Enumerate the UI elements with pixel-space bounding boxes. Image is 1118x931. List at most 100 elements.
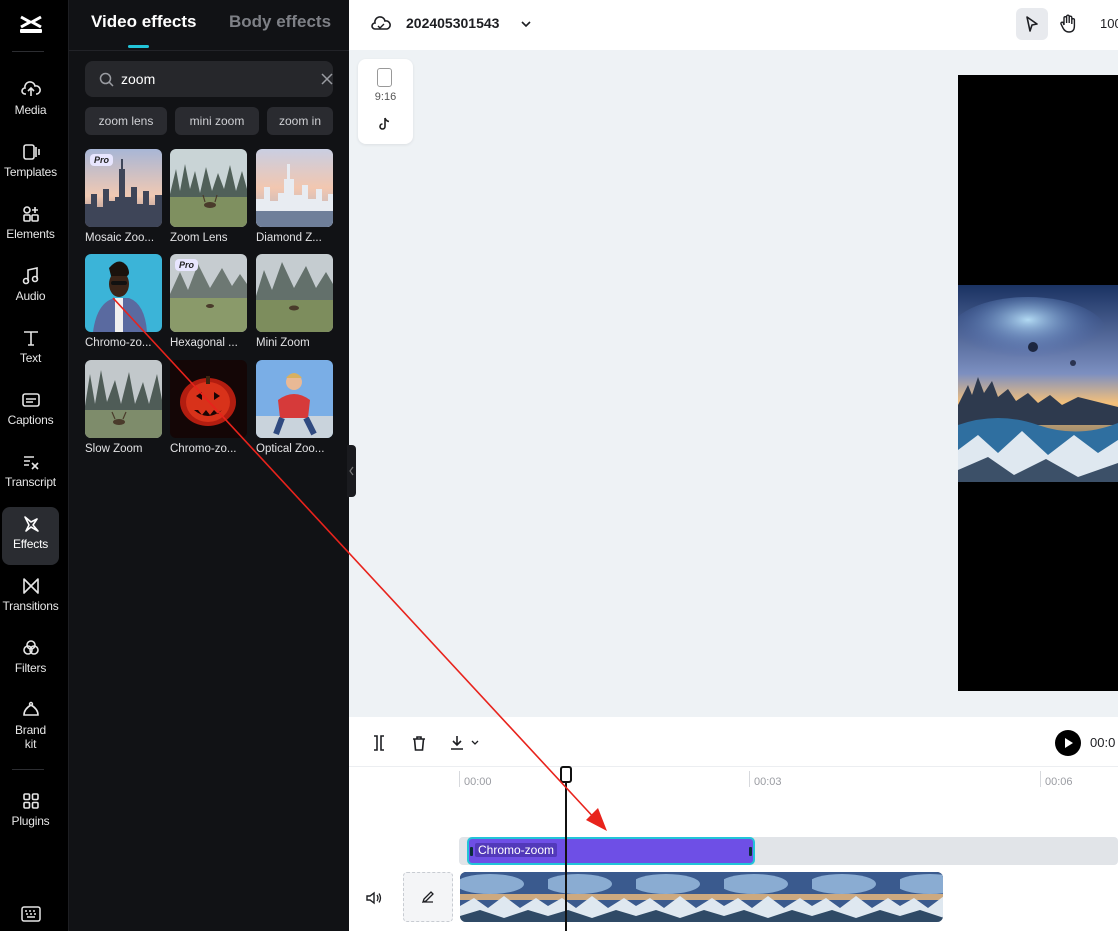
play-icon: [1065, 738, 1073, 748]
nav-label: Text: [19, 351, 42, 365]
templates-icon: [22, 144, 40, 160]
video-frame-thumbnail: [632, 872, 724, 922]
video-clip[interactable]: [460, 872, 943, 922]
search-icon: [99, 72, 114, 87]
project-name[interactable]: 202405301543: [406, 15, 499, 31]
nav-item-captions[interactable]: Captions: [2, 383, 59, 441]
effect-card-mosaic-zoom[interactable]: Pro Mosaic Zoo...: [85, 149, 162, 244]
ruler-tick-label: 00:03: [754, 776, 782, 788]
effect-card-mini-zoom[interactable]: Mini Zoom: [256, 254, 333, 349]
suggestion-chip-mini-zoom[interactable]: mini zoom: [175, 107, 259, 135]
effect-card-chromo-zoom-pumpkin[interactable]: Chromo-zo...: [170, 360, 247, 455]
nav-label: Media: [14, 103, 47, 117]
portrait-frame-icon: [377, 68, 392, 87]
trash-icon[interactable]: [410, 734, 428, 752]
cloud-sync-icon[interactable]: [371, 14, 391, 34]
nav-divider: [12, 769, 44, 770]
captions-icon: [21, 393, 40, 407]
search-box: [85, 61, 333, 97]
clip-right-handle[interactable]: [749, 847, 752, 856]
preview-stage[interactable]: [958, 75, 1118, 691]
nav-label: Captions: [7, 413, 54, 427]
suggestion-chip-zoom-lens[interactable]: zoom lens: [85, 107, 167, 135]
pencil-icon: [421, 891, 434, 904]
current-time: 00:0: [1090, 735, 1116, 750]
effect-card-diamond-zoom[interactable]: Diamond Z...: [256, 149, 333, 244]
filters-icon: [22, 640, 39, 655]
pro-badge: Pro: [90, 154, 114, 166]
ruler-tick-label: 00:06: [1045, 776, 1073, 788]
nav-label: Filters: [14, 661, 47, 675]
playhead-handle[interactable]: [560, 766, 572, 783]
nav-item-transcript[interactable]: Transcript: [2, 445, 59, 503]
effect-name: Slow Zoom: [85, 443, 143, 455]
nav-item-audio[interactable]: Audio: [2, 259, 59, 317]
search-input[interactable]: [121, 69, 291, 89]
play-button[interactable]: [1055, 730, 1081, 756]
playhead-line[interactable]: [565, 768, 567, 931]
edit-cover-button[interactable]: [403, 872, 453, 922]
nav-label: Templates: [4, 165, 57, 179]
zoom-level[interactable]: 100: [1100, 16, 1118, 31]
nav-divider: [12, 51, 44, 52]
video-frame-thumbnail: [808, 872, 900, 922]
ruler-tick-label: 00:00: [464, 776, 492, 788]
ruler-divider: [349, 766, 1118, 767]
aspect-ratio-selector[interactable]: 9:16: [358, 59, 413, 144]
tab-body-effects[interactable]: Body effects: [229, 12, 331, 32]
nav-item-plugins[interactable]: Plugins: [2, 784, 59, 842]
nav-item-elements[interactable]: Elements: [2, 197, 59, 255]
nav-item-templates[interactable]: Templates: [2, 135, 59, 193]
effects-star-icon: [23, 516, 39, 532]
hand-tool-button[interactable]: [1052, 8, 1084, 40]
chevron-down-icon[interactable]: [470, 738, 480, 748]
effect-thumbnail: Pro: [170, 254, 247, 332]
aspect-ratio-label: 9:16: [374, 91, 397, 103]
effect-card-zoom-lens[interactable]: Zoom Lens: [170, 149, 247, 244]
effect-card-hexagonal[interactable]: Pro Hexagonal ...: [170, 254, 247, 349]
effect-name: Chromo-zo...: [85, 337, 152, 349]
effect-card-slow-zoom[interactable]: Slow Zoom: [85, 360, 162, 455]
effect-clip-chromo-zoom[interactable]: Chromo-zoom: [467, 837, 755, 865]
nav-label: Effects: [12, 537, 49, 551]
volume-icon[interactable]: [365, 889, 383, 907]
nav-item-filters[interactable]: Filters: [2, 631, 59, 689]
timeline-panel: 00:0 00:00 00:03 00:06 Chromo-zoom: [349, 717, 1118, 931]
pointer-cursor-icon: [1026, 16, 1038, 32]
effect-clip-label: Chromo-zoom: [475, 843, 558, 857]
video-frame-thumbnail: [896, 872, 943, 922]
nav-item-effects[interactable]: Effects: [2, 507, 59, 565]
suggestion-chip-zoom-in[interactable]: zoom in: [267, 107, 333, 135]
effect-thumbnail: [85, 360, 162, 438]
keyboard-shortcuts-icon[interactable]: [21, 906, 41, 922]
capcut-logo[interactable]: [17, 10, 45, 38]
tab-video-effects[interactable]: Video effects: [91, 12, 197, 32]
effect-name: Mosaic Zoo...: [85, 232, 155, 244]
transcript-icon: [23, 456, 39, 470]
hand-icon: [1060, 14, 1076, 33]
clear-search-icon[interactable]: [320, 72, 334, 86]
nav-label: Audio: [15, 289, 46, 303]
nav-item-media[interactable]: Media: [2, 73, 59, 131]
collapse-panel-handle[interactable]: [347, 445, 356, 497]
clip-left-handle[interactable]: [470, 847, 473, 856]
chevron-down-icon[interactable]: [520, 18, 532, 30]
brand-kit-icon: [22, 701, 39, 716]
split-icon[interactable]: [370, 734, 388, 752]
elements-icon: [22, 206, 39, 222]
effect-card-optical-zoom[interactable]: Optical Zoo...: [256, 360, 333, 455]
download-icon[interactable]: [449, 734, 469, 752]
select-tool-button[interactable]: [1016, 8, 1048, 40]
cloud-upload-icon: [20, 81, 41, 96]
left-nav: Media Templates Elements Audio Text Capt…: [0, 0, 69, 931]
tiktok-icon: [379, 117, 390, 130]
panel-divider: [69, 50, 349, 51]
ruler-tick-line: [459, 771, 460, 787]
effect-card-chromo-zoom-person[interactable]: Chromo-zo...: [85, 254, 162, 349]
nav-item-transitions[interactable]: Transitions: [2, 569, 59, 627]
video-frame-thumbnail: [544, 872, 636, 922]
text-t-icon: [23, 331, 38, 346]
effect-name: Hexagonal ...: [170, 337, 238, 349]
nav-item-text[interactable]: Text: [2, 321, 59, 379]
nav-item-brand-kit[interactable]: Brand kit: [2, 693, 59, 757]
